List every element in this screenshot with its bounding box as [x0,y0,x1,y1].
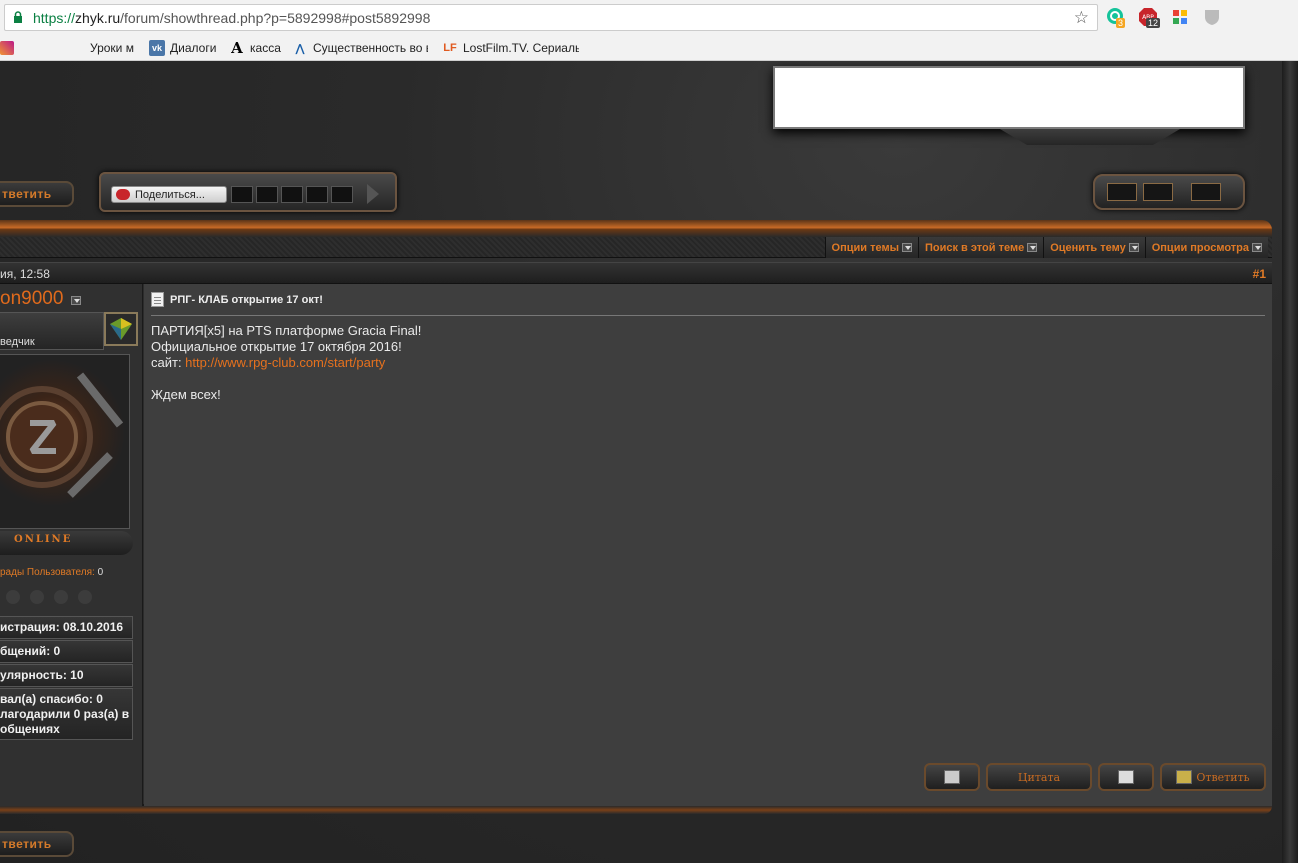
ad-banner[interactable] [773,66,1245,129]
post-author[interactable]: on9000 [0,288,63,310]
thread-toolbar: Опции темы Поиск в этой теме Оценить тем… [0,237,1272,258]
share-icon [116,189,130,200]
post-title: РПГ- КЛАБ открытие 17 окт! [170,293,323,306]
thread-options-menu[interactable]: Опции темы [824,237,918,258]
bookmark-instagram[interactable] [0,39,14,57]
bookmark-label: LostFilm.TV. Сериалы [463,41,579,55]
extension-badge: 3 [1116,18,1126,28]
share-slot [256,186,278,203]
post-number[interactable]: #1 [1253,267,1266,281]
address-bar[interactable]: https://zhyk.ru/forum/showthread.php?p=5… [4,4,1098,31]
share-slot [231,186,253,203]
post-actions: Цитата Ответить [924,763,1266,793]
post-message: ПАРТИЯ[x5] на PTS платформе Gracia Final… [151,323,421,403]
bookmark-dialogs[interactable]: vk Диалоги [149,39,216,57]
message-blank-line [151,371,421,387]
stat-registration: истрация: 08.10.2016 [0,616,133,639]
user-menu-dropdown-icon[interactable] [71,296,81,305]
nav-slot [1107,183,1137,201]
user-awards: рады Пользователя: 0 [0,567,104,578]
bird-icon: ⋀ [295,42,305,55]
message-line: Официальное открытие 17 октября 2016! [151,339,402,354]
message-line: сайт: http://www.rpg-club.com/start/part… [151,355,386,370]
url-text: https://zhyk.ru/forum/showthread.php?p=5… [33,10,431,26]
stat-thanks: вал(а) спасибо: 0 лагодарили 0 раз(а) в … [0,688,133,740]
share-slot [281,186,303,203]
title-divider [151,315,1265,316]
search-thread-menu[interactable]: Поиск в этой теме [917,237,1044,258]
lostfilm-icon: LF [443,42,457,54]
bookmark-star-icon[interactable]: ☆ [1074,8,1089,28]
party-link[interactable]: http://www.rpg-club.com/start/party [185,355,385,370]
user-rank-box: ведчик [0,312,104,350]
share-slot [331,186,353,203]
share-button[interactable]: Поделиться... [111,186,227,203]
quote-button[interactable]: Цитата [986,763,1092,791]
instagram-icon [0,41,14,55]
post-title-row: РПГ- КЛАБ открытие 17 окт! [151,292,323,307]
bookmark-label: касса [250,41,281,55]
document-icon [151,292,164,307]
rate-thread-menu[interactable]: Оценить тему [1043,237,1145,258]
bookmarks-bar: Уроки м vk Диалоги A касса ⋀ Существенно… [0,35,1298,61]
edit-button[interactable] [924,763,980,791]
reply-button-top[interactable]: тветить [0,181,74,207]
shield-icon[interactable] [1202,7,1222,27]
thread-tools-menu: Опции темы Поиск в этой теме Оценить тем… [824,237,1268,258]
dropdown-icon [1128,243,1139,252]
dropdown-icon [1027,243,1038,252]
thread-header-bar [0,220,1272,237]
share-label: Поделиться... [135,188,205,201]
report-button[interactable] [1098,763,1154,791]
share-slot [306,186,328,203]
user-panel: on9000 ведчик ONLINE рады Пользователя: … [0,284,143,806]
award-slots [6,590,92,604]
post-content: РПГ- КЛАБ открытие 17 окт! ПАРТИЯ[x5] на… [144,284,1272,806]
post-header: ия, 12:58 #1 [0,262,1272,284]
thread-nav-decoration [1093,174,1245,210]
share-arrow-icon [367,184,379,204]
reply-button-bottom[interactable]: тветить [0,831,74,857]
stat-posts: бщений: 0 [0,640,133,663]
banner-frame-decoration [1000,129,1180,145]
grammarly-icon[interactable]: 3 [1106,7,1126,28]
message-line: Ждем всех! [151,387,221,402]
extension-badge: 12 [1146,18,1161,28]
bookmark-lostfilm[interactable]: LF LostFilm.TV. Сериалы [442,39,579,57]
user-rank: ведчик [0,336,35,348]
reply-icon [1176,770,1193,784]
letter-a-icon: A [231,39,243,57]
adblock-icon[interactable]: ABP 12 [1138,7,1161,28]
report-icon [1118,770,1134,784]
pencil-icon [944,770,960,784]
nav-slot [1143,183,1173,201]
vk-icon: vk [149,40,165,56]
post-date: ия, 12:58 [0,267,50,281]
page-scrollbar[interactable] [1282,61,1298,863]
bookmark-label: Уроки м [90,41,134,55]
bookmark-kassa[interactable]: A касса [229,39,281,57]
browser-toolbar: https://zhyk.ru/forum/showthread.php?p=5… [0,0,1298,35]
stat-reputation: улярность: 10 [0,664,133,687]
nav-slot [1191,183,1221,201]
bookmark-label: Диалоги [170,41,217,55]
lock-icon [14,11,22,23]
dropdown-icon [901,243,912,252]
user-avatar [0,354,130,529]
bookmark-lessons[interactable]: Уроки м [90,39,138,57]
dropdown-icon [1252,243,1262,252]
online-status: ONLINE [0,531,133,555]
post-footer-bar [0,806,1272,814]
bookmark-essence[interactable]: ⋀ Существенность во в [292,39,428,57]
post: on9000 ведчик ONLINE рады Пользователя: … [0,284,1272,806]
rank-badge-icon [104,312,138,346]
forum-page: тветить Поделиться... Опции темы Поиск в… [0,61,1298,863]
share-bar: Поделиться... [99,172,397,212]
message-line: ПАРТИЯ[x5] на PTS платформе Gracia Final… [151,323,422,338]
pinwheel-icon[interactable] [1170,7,1190,27]
bookmark-label: Существенность во в [313,41,428,55]
display-options-menu[interactable]: Опции просмотра [1144,237,1268,258]
post-reply-button[interactable]: Ответить [1160,763,1266,791]
